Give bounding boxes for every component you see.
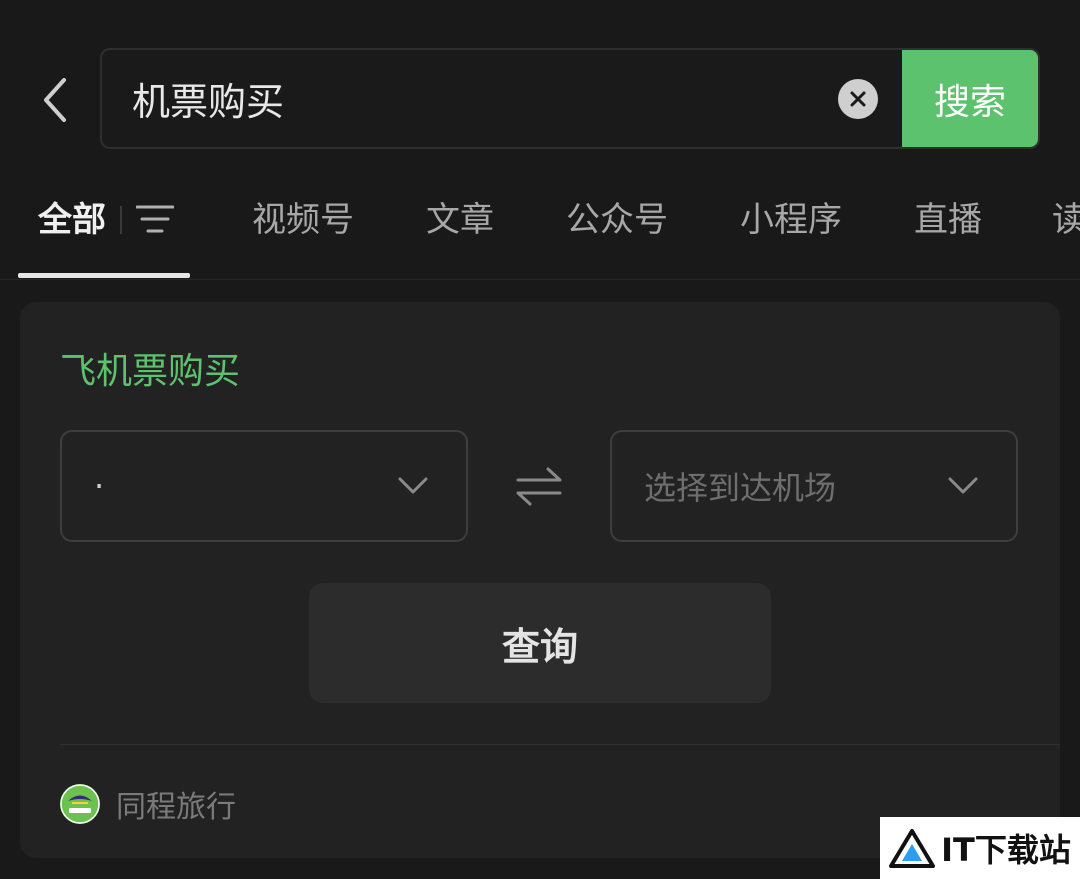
clear-button[interactable] bbox=[838, 78, 878, 119]
swap-icon[interactable] bbox=[516, 466, 562, 506]
back-button[interactable] bbox=[30, 70, 80, 130]
query-button[interactable]: 查询 bbox=[309, 583, 771, 703]
search-bar: 搜索 bbox=[100, 48, 1040, 149]
search-button[interactable]: 搜索 bbox=[902, 50, 1038, 147]
arrival-airport-placeholder: 选择到达机场 bbox=[644, 469, 837, 507]
provider-logo-icon bbox=[60, 784, 100, 824]
filter-icon[interactable] bbox=[136, 204, 174, 234]
search-results-page: 搜索 全部 视频号 文章 公众号 小程序 直播 读 飞机票购买 · bbox=[0, 0, 1080, 879]
tab-articles[interactable]: 文章 bbox=[426, 192, 494, 241]
departure-airport-select[interactable]: · bbox=[60, 430, 468, 542]
watermark-text: IT下载站 bbox=[941, 831, 1071, 869]
card-title[interactable]: 飞机票购买 bbox=[60, 342, 240, 394]
tab-live[interactable]: 直播 bbox=[914, 192, 982, 241]
tab-mini-programs[interactable]: 小程序 bbox=[740, 192, 842, 241]
watermark: IT下载站 bbox=[880, 817, 1080, 879]
tab-read[interactable]: 读 bbox=[1052, 192, 1080, 241]
provider-info[interactable]: 同程旅行 bbox=[60, 782, 236, 826]
tab-separator bbox=[120, 206, 122, 234]
tab-all[interactable]: 全部 bbox=[38, 192, 106, 241]
arrival-airport-select[interactable]: 选择到达机场 bbox=[610, 430, 1018, 542]
provider-name: 同程旅行 bbox=[116, 790, 236, 825]
tab-channels[interactable]: 视频号 bbox=[252, 192, 354, 241]
divider bbox=[60, 744, 1060, 745]
active-tab-indicator bbox=[18, 273, 190, 278]
chevron-down-icon bbox=[398, 477, 428, 494]
chevron-left-icon bbox=[44, 78, 66, 122]
flight-search-card: 飞机票购买 · 选择到达机场 查询 同程旅行 bbox=[20, 302, 1060, 858]
tab-official-accounts[interactable]: 公众号 bbox=[566, 192, 668, 241]
chevron-down-icon bbox=[948, 477, 978, 494]
departure-airport-value: · bbox=[94, 467, 105, 505]
category-tabs: 全部 视频号 文章 公众号 小程序 直播 读 bbox=[0, 170, 1080, 280]
close-icon bbox=[850, 91, 866, 106]
search-input[interactable] bbox=[102, 50, 838, 147]
triangle-logo-icon bbox=[889, 829, 936, 868]
